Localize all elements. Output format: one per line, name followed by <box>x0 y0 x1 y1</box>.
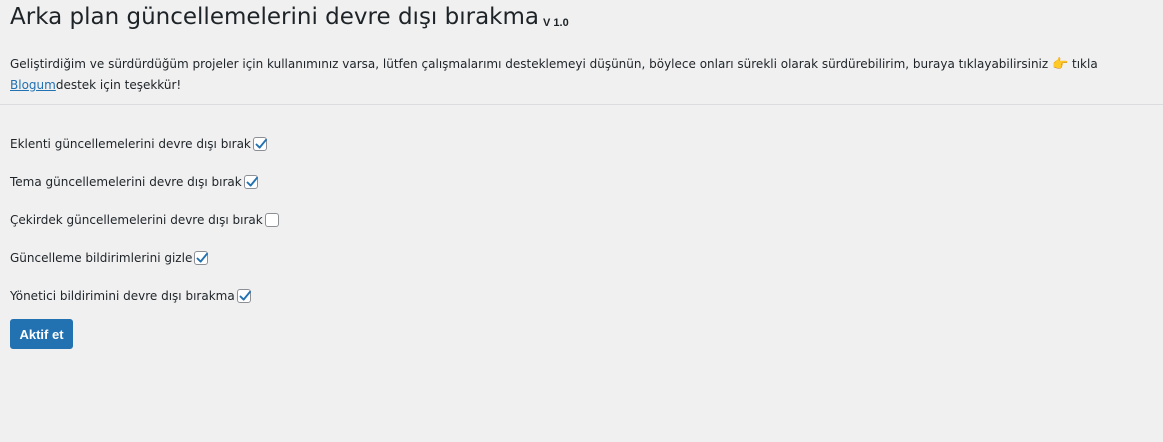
option-label: Yönetici bildirimini devre dışı bırakma <box>10 289 235 303</box>
checkbox-hide-update-notices[interactable] <box>194 251 209 265</box>
version-label: V 1.0 <box>543 17 569 29</box>
checkmark-icon <box>239 290 251 301</box>
activate-button[interactable]: Aktif et <box>10 319 73 349</box>
settings-page: Arka plan güncellemelerini devre dışı bı… <box>0 0 1163 442</box>
checkbox-plugin-updates[interactable] <box>252 137 267 151</box>
page-title-text: Arka plan güncellemelerini devre dışı bı… <box>10 4 539 30</box>
option-label: Tema güncellemelerini devre dışı bırak <box>10 175 242 189</box>
checkbox-core-updates[interactable] <box>264 213 279 227</box>
checkmark-icon <box>255 138 267 149</box>
option-hide-update-notices[interactable]: Güncelleme bildirimlerini gizle <box>10 248 209 268</box>
pointing-hand-icon: 👉 <box>1052 57 1069 72</box>
option-theme-updates[interactable]: Tema güncellemelerini devre dışı bırak <box>10 172 258 192</box>
page-title: Arka plan güncellemelerini devre dışı bı… <box>10 2 569 38</box>
option-core-updates[interactable]: Çekirdek güncellemelerini devre dışı bır… <box>10 210 279 230</box>
checkmark-icon <box>246 176 258 187</box>
checkbox-theme-updates[interactable] <box>243 175 258 189</box>
option-label: Çekirdek güncellemelerini devre dışı bır… <box>10 213 263 227</box>
option-label: Güncelleme bildirimlerini gizle <box>10 251 193 265</box>
checkbox-admin-notice[interactable] <box>236 289 251 303</box>
checkmark-icon <box>196 252 209 263</box>
blog-link[interactable]: Blogum <box>10 78 56 92</box>
option-admin-notice[interactable]: Yönetici bildirimini devre dışı bırakma <box>10 286 251 306</box>
intro-text-after: destek için teşekkür! <box>55 78 182 92</box>
option-label: Eklenti güncellemelerini devre dışı bıra… <box>10 137 251 151</box>
intro-text: Geliştirdiğim ve sürdürdüğüm projeler iç… <box>10 54 1150 95</box>
divider <box>0 104 1163 105</box>
intro-click-text: tıkla <box>1068 57 1098 71</box>
option-plugin-updates[interactable]: Eklenti güncellemelerini devre dışı bıra… <box>10 134 267 154</box>
intro-text-before: Geliştirdiğim ve sürdürdüğüm projeler iç… <box>10 57 1052 71</box>
